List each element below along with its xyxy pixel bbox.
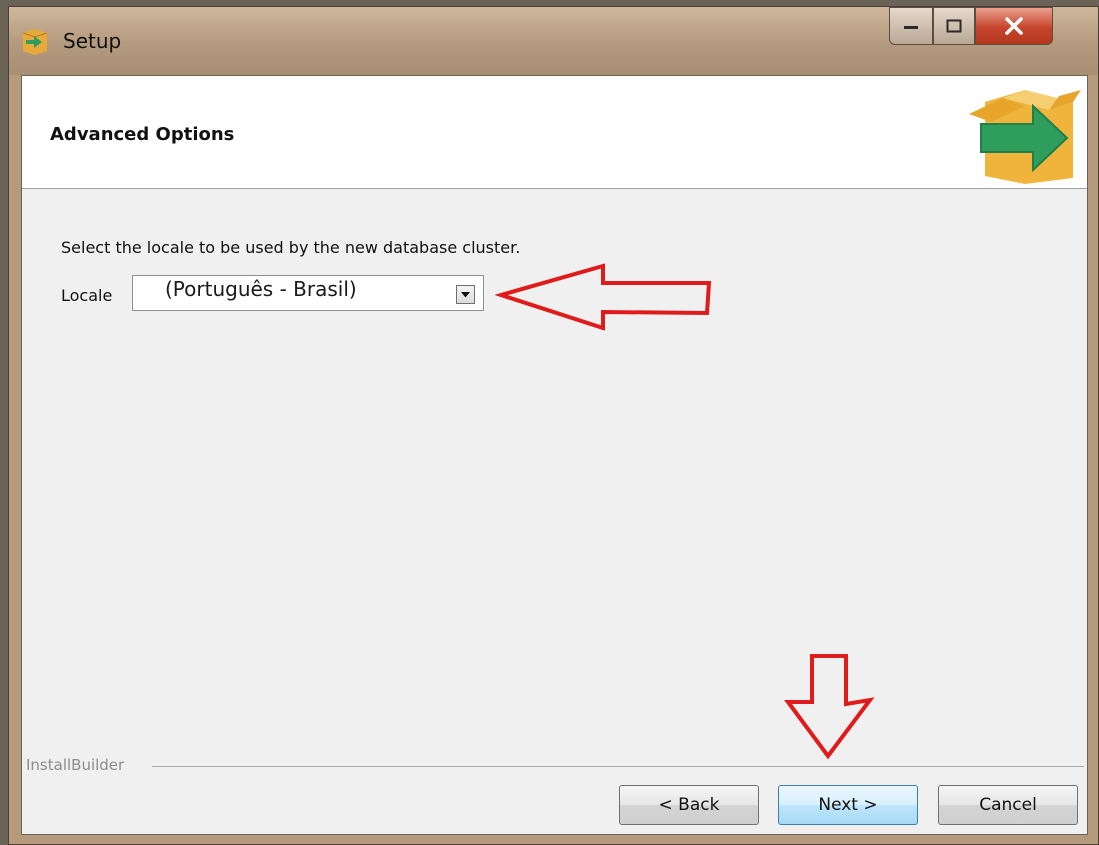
back-button[interactable]: < Back	[619, 785, 759, 825]
brand-label: InstallBuilder	[26, 756, 125, 774]
wizard-page: Advanced Options Select the locale to be…	[21, 75, 1088, 835]
setup-app-icon	[22, 29, 48, 55]
locale-selected-value: (Português - Brasil)	[165, 277, 357, 301]
locale-dropdown[interactable]: (Português - Brasil)	[132, 275, 484, 311]
installer-box-icon	[969, 90, 1081, 184]
page-title: Advanced Options	[50, 124, 235, 145]
dropdown-arrow-button[interactable]	[456, 285, 475, 304]
next-button[interactable]: Next >	[778, 785, 918, 825]
maximize-icon	[946, 19, 962, 33]
minimize-button[interactable]	[889, 7, 933, 45]
maximize-button[interactable]	[933, 7, 975, 45]
setup-window: Setup Advanced Options Select the locale…	[8, 6, 1099, 845]
close-button[interactable]	[975, 7, 1053, 45]
minimize-icon	[904, 26, 918, 29]
footer-separator	[152, 766, 1084, 767]
title-bar[interactable]: Setup	[9, 7, 1098, 75]
cancel-button[interactable]: Cancel	[938, 785, 1078, 825]
wizard-header: Advanced Options	[22, 76, 1087, 189]
locale-prompt: Select the locale to be used by the new …	[61, 238, 521, 257]
chevron-down-icon	[461, 291, 470, 297]
window-title: Setup	[63, 29, 122, 53]
close-icon	[1005, 17, 1023, 35]
locale-label: Locale	[61, 286, 113, 305]
